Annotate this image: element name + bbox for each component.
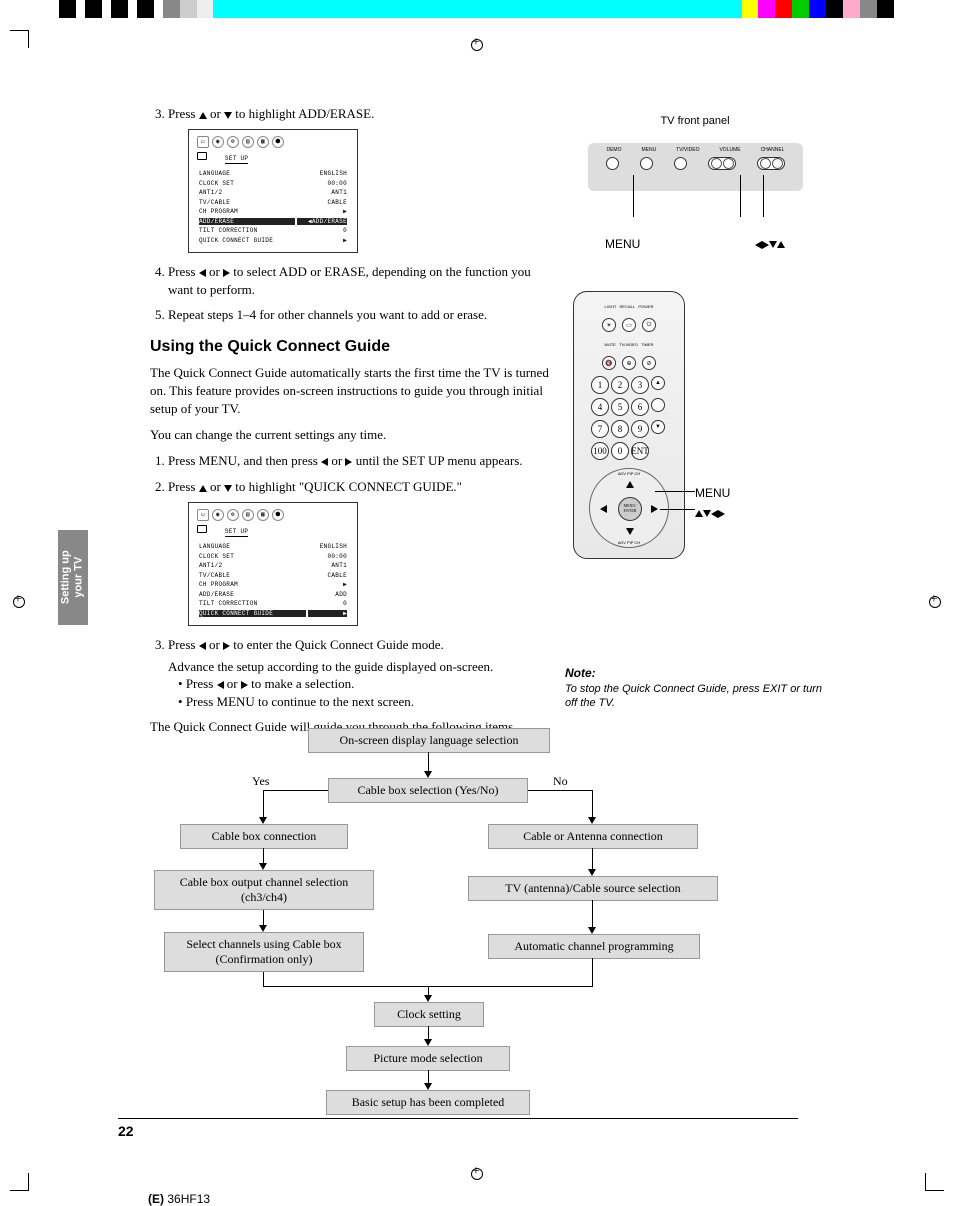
up-arrow-icon (199, 485, 207, 492)
demo-button (606, 157, 619, 170)
fc-r1: Cable or Antenna connection (488, 824, 698, 849)
crop-mark (10, 1161, 40, 1191)
left-arrow-icon (199, 269, 206, 277)
steps-add-erase: Press or to highlight ADD/ERASE. ▭◉⚙▤▦⬢ … (150, 105, 550, 324)
dpad: ADV PIP CH MENU/ ENTER ADV PIP CH (589, 468, 669, 548)
right-column: TV front panel DEMOMENUTV/VIDEOVOLUMECHA… (565, 115, 825, 711)
crop-mark (914, 1161, 944, 1191)
right-arrow-icon (223, 642, 230, 650)
qc-step-2: Press or to highlight "QUICK CONNECT GUI… (168, 478, 550, 626)
osd-screenshot-1: ▭◉⚙▤▦⬢ SET UP LANGUAGEENGLISHCLOCK SET00… (188, 129, 358, 254)
registration-mark (928, 595, 942, 609)
print-color-bars (59, 0, 894, 18)
qc-step-3-sub: Advance the setup according to the guide… (168, 658, 550, 676)
note-block: Note: To stop the Quick Connect Guide, p… (565, 666, 825, 711)
fc-r2: TV (antenna)/Cable source selection (468, 876, 718, 901)
qc-step-3: Press or to enter the Quick Connect Guid… (168, 636, 550, 710)
fc-picture: Picture mode selection (346, 1046, 510, 1071)
down-arrow-icon (224, 112, 232, 119)
qc-step-1: Press MENU, and then press or until the … (168, 452, 550, 470)
fc-l2: Cable box output channel selection (ch3/… (154, 870, 374, 910)
step-3: Press or to highlight ADD/ERASE. ▭◉⚙▤▦⬢ … (168, 105, 550, 253)
intro-paragraph: The Quick Connect Guide automatically st… (150, 364, 550, 419)
timer-button: ⊘ (642, 356, 656, 370)
remote-callout-labels: MENU (695, 486, 730, 526)
fc-yes: Yes (252, 774, 269, 789)
steps-quick-connect: Press MENU, and then press or until the … (150, 452, 550, 710)
flowchart: On-screen display language selection Cab… (150, 728, 760, 1108)
mute-button: 🔇 (602, 356, 616, 370)
qc-step-3-b1: • Press or to make a selection. (168, 675, 550, 693)
fc-lang: On-screen display language selection (308, 728, 550, 753)
fc-l1: Cable box connection (180, 824, 348, 849)
footer-code: (E) (E) 36HF1336HF13 (148, 1192, 210, 1206)
main-content: Press or to highlight ADD/ERASE. ▭◉⚙▤▦⬢ … (150, 105, 550, 744)
qc-step-3-b2: • Press MENU to continue to the next scr… (168, 693, 550, 711)
heading-quick-connect: Using the Quick Connect Guide (150, 338, 550, 356)
channel-buttons (757, 157, 785, 170)
menu-button (640, 157, 653, 170)
light-button: ☀ (602, 318, 616, 332)
down-arrow-icon (224, 485, 232, 492)
note-body: To stop the Quick Connect Guide, press E… (565, 682, 825, 711)
up-arrow-icon (199, 112, 207, 119)
fc-cablebox-q: Cable box selection (Yes/No) (328, 778, 528, 803)
fc-no: No (553, 774, 568, 789)
fc-done: Basic setup has been completed (326, 1090, 530, 1115)
tv-panel-caption: TV front panel (565, 115, 825, 127)
right-arrow-icon (223, 269, 230, 277)
step-4: Press or to select ADD or ERASE, dependi… (168, 263, 550, 298)
left-arrow-icon (217, 681, 224, 689)
step-5: Repeat steps 1–4 for other channels you … (168, 306, 550, 324)
volume-buttons (708, 157, 736, 170)
registration-mark (470, 38, 484, 52)
fc-clock: Clock setting (374, 1002, 484, 1027)
tv-panel-labels-lower: MENU (605, 237, 785, 251)
fc-r3: Automatic channel programming (488, 934, 700, 959)
right-arrow-icon (241, 681, 248, 689)
page-number: 22 (118, 1118, 798, 1139)
tv-video-button (674, 157, 687, 170)
osd-screenshot-2: ▭◉⚙▤▦⬢ SET UP LANGUAGEENGLISHCLOCK SET00… (188, 502, 358, 627)
registration-mark (470, 1167, 484, 1181)
remote-control-diagram: LIGHT RECALL POWER ☀▭⏻ MUTE TV/VIDEO TIM… (573, 291, 685, 559)
power-button: ⏻ (642, 318, 656, 332)
crop-mark (10, 30, 40, 60)
tv-video-button: ⊕ (622, 356, 636, 370)
menu-enter-button: MENU/ ENTER (618, 497, 642, 521)
tv-front-panel-diagram: DEMOMENUTV/VIDEOVOLUMECHANNEL (588, 131, 803, 231)
fc-l3: Select channels using Cable box (Confirm… (164, 932, 364, 972)
recall-button: ▭ (622, 318, 636, 332)
left-arrow-icon (199, 642, 206, 650)
registration-mark (12, 595, 26, 609)
remote-diagram-wrap: LIGHT RECALL POWER ☀▭⏻ MUTE TV/VIDEO TIM… (565, 291, 825, 611)
intro-paragraph-2: You can change the current settings any … (150, 426, 550, 444)
note-heading: Note: (565, 666, 825, 680)
section-tab: Setting upyour TV (58, 530, 88, 625)
